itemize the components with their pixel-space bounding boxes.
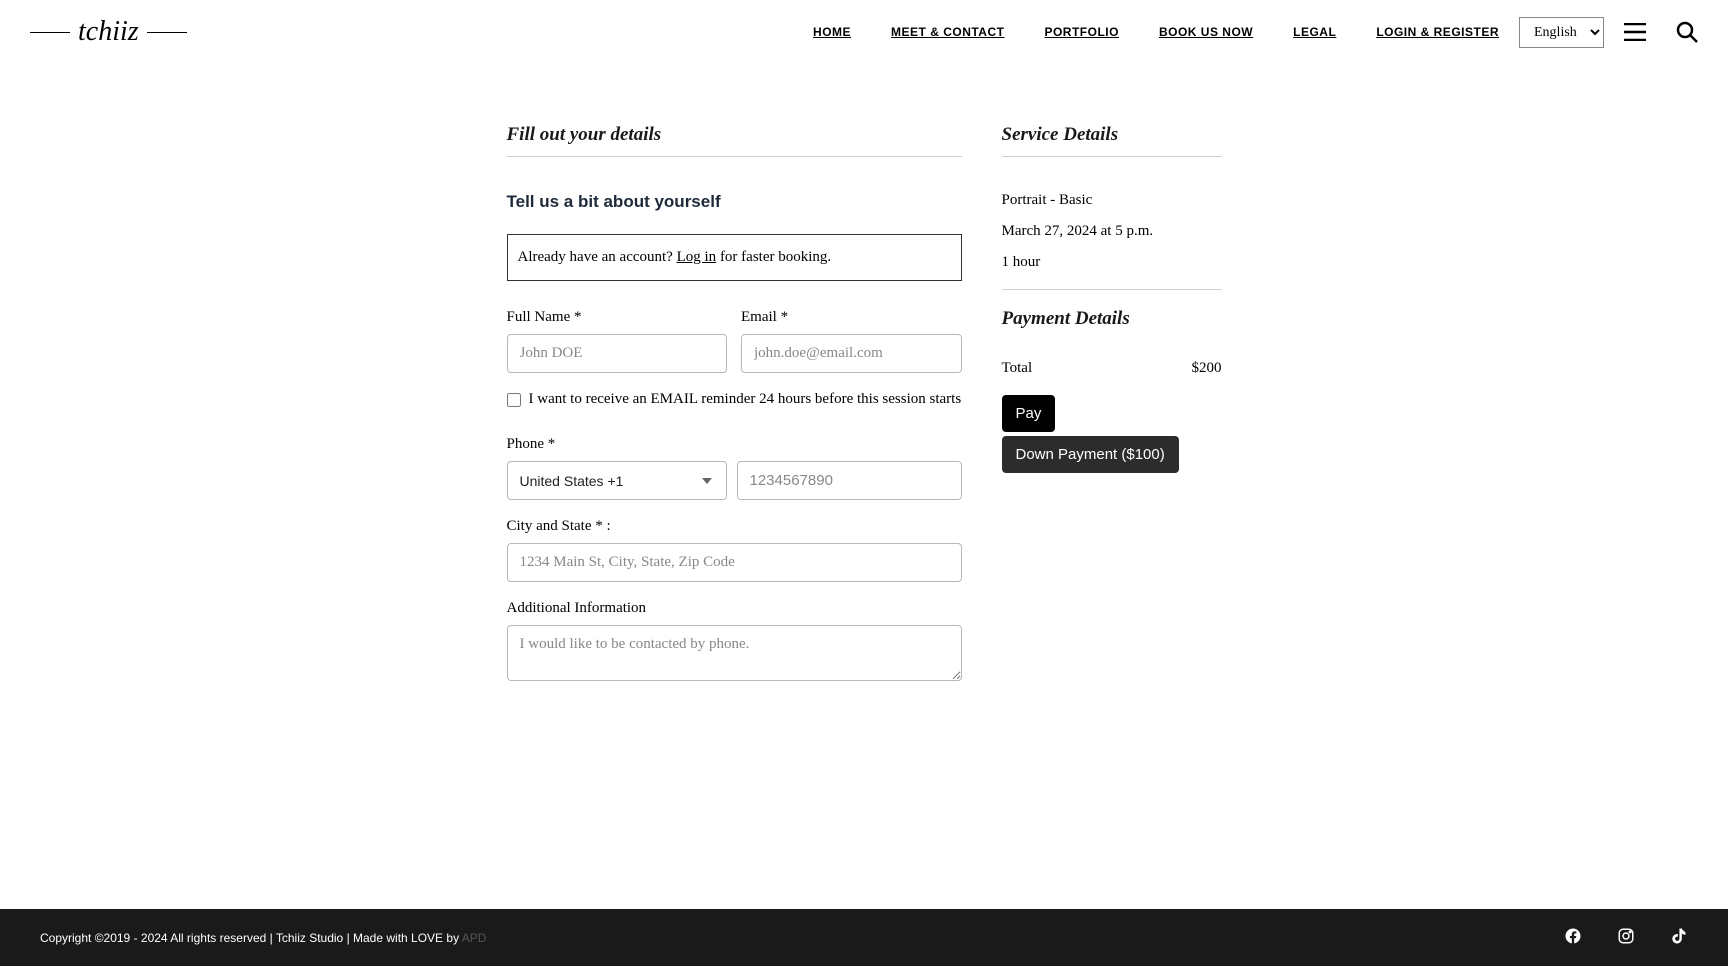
nav-login-register[interactable]: LOGIN & REGISTER <box>1376 25 1499 39</box>
sidebar: Service Details Portrait - Basic March 2… <box>1002 124 1222 849</box>
login-suffix: for faster booking. <box>716 249 831 265</box>
search-icon[interactable] <box>1676 21 1698 43</box>
reminder-checkbox[interactable] <box>507 393 521 407</box>
facebook-icon[interactable] <box>1564 927 1582 948</box>
site-logo[interactable]: tchiiz <box>30 8 187 56</box>
service-name: Portrait - Basic <box>1002 192 1222 209</box>
footer-copyright: Copyright ©2019 - 2024 All rights reserv… <box>40 931 462 945</box>
nav-home[interactable]: HOME <box>813 25 851 39</box>
service-details-title: Service Details <box>1002 124 1222 157</box>
site-footer: Copyright ©2019 - 2024 All rights reserv… <box>0 909 1728 966</box>
form-subtitle: Tell us a bit about yourself <box>507 192 962 212</box>
payment-details-title: Payment Details <box>1002 308 1222 340</box>
footer-copyright-container: Copyright ©2019 - 2024 All rights reserv… <box>40 931 486 945</box>
sidebar-divider <box>1002 289 1222 290</box>
phone-label: Phone * <box>507 436 962 453</box>
hamburger-menu-icon[interactable] <box>1624 23 1646 41</box>
nav-legal[interactable]: LEGAL <box>1293 25 1336 39</box>
main-content: Fill out your details Tell us a bit abou… <box>507 64 1222 909</box>
fullname-label: Full Name * <box>507 309 728 326</box>
phone-input[interactable] <box>737 461 962 500</box>
nav-book-us[interactable]: BOOK US NOW <box>1159 25 1253 39</box>
header-icon-group <box>1624 21 1698 43</box>
main-nav: HOME MEET & CONTACT PORTFOLIO BOOK US NO… <box>813 25 1499 39</box>
additional-info-label: Additional Information <box>507 600 962 617</box>
city-state-label: City and State * : <box>507 518 962 535</box>
nav-portfolio[interactable]: PORTFOLIO <box>1044 25 1119 39</box>
payment-total-row: Total $200 <box>1002 360 1222 377</box>
reminder-checkbox-row: I want to receive an EMAIL reminder 24 h… <box>507 391 962 408</box>
name-email-row: Full Name * Email * <box>507 309 962 373</box>
pay-button[interactable]: Pay <box>1002 395 1056 432</box>
login-link[interactable]: Log in <box>677 249 717 265</box>
additional-info-textarea[interactable] <box>507 625 962 681</box>
social-icons <box>1564 927 1688 948</box>
instagram-icon[interactable] <box>1617 927 1635 948</box>
service-duration: 1 hour <box>1002 254 1222 271</box>
login-banner: Already have an account? Log in for fast… <box>507 234 962 281</box>
total-value: $200 <box>1192 360 1222 377</box>
service-datetime: March 27, 2024 at 5 p.m. <box>1002 223 1222 240</box>
login-prefix: Already have an account? <box>518 249 677 265</box>
footer-apd-link[interactable]: APD <box>462 931 487 945</box>
nav-meet-contact[interactable]: MEET & CONTACT <box>891 25 1004 39</box>
form-title: Fill out your details <box>507 124 962 157</box>
city-state-input[interactable] <box>507 543 962 582</box>
phone-country-select[interactable]: United States +1 <box>507 461 727 500</box>
email-label: Email * <box>741 309 962 326</box>
site-header: tchiiz HOME MEET & CONTACT PORTFOLIO BOO… <box>0 0 1728 64</box>
tiktok-icon[interactable] <box>1670 927 1688 948</box>
reminder-label[interactable]: I want to receive an EMAIL reminder 24 h… <box>529 391 962 408</box>
logo-text: tchiiz <box>70 16 147 47</box>
total-label: Total <box>1002 360 1033 377</box>
down-payment-button[interactable]: Down Payment ($100) <box>1002 436 1179 473</box>
fullname-input[interactable] <box>507 334 728 373</box>
language-select[interactable]: English <box>1519 17 1604 48</box>
email-input[interactable] <box>741 334 962 373</box>
booking-form: Fill out your details Tell us a bit abou… <box>507 124 962 849</box>
